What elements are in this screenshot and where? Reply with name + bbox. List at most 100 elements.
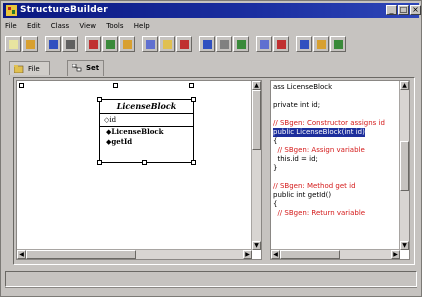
code-line: } bbox=[273, 164, 278, 172]
diagram-icon bbox=[72, 64, 82, 72]
uml-attribute: ◇id bbox=[100, 114, 193, 127]
paste-icon bbox=[123, 40, 132, 49]
menu-help[interactable]: Help bbox=[134, 22, 150, 30]
interface-icon bbox=[163, 40, 172, 49]
cut-button[interactable] bbox=[85, 36, 101, 52]
maximize-button[interactable]: □ bbox=[398, 5, 409, 15]
menu-tools[interactable]: Tools bbox=[106, 22, 123, 30]
scroll-right-icon[interactable]: ▶ bbox=[391, 250, 400, 259]
interface-button[interactable] bbox=[159, 36, 175, 52]
title-bar[interactable]: StructureBuilder _ □ × bbox=[3, 3, 421, 18]
diagram-vertical-scrollbar[interactable]: ▲ ▼ bbox=[251, 81, 261, 250]
diagram-horizontal-scrollbar[interactable]: ◀ ▶ bbox=[17, 249, 252, 259]
scroll-down-icon[interactable]: ▼ bbox=[252, 241, 261, 250]
scroll-thumb[interactable] bbox=[26, 250, 136, 259]
code-editor[interactable]: ass LicenseBlock private int id; // SBgen:… bbox=[270, 80, 410, 260]
uml-class-name: LicenseBlock bbox=[100, 100, 193, 114]
scroll-left-icon[interactable]: ◀ bbox=[17, 250, 26, 259]
scroll-right-icon[interactable]: ▶ bbox=[243, 250, 252, 259]
link-icon bbox=[203, 40, 212, 49]
code-line: // SBgen: Method get id bbox=[273, 182, 356, 190]
code-line: this.id = id; bbox=[273, 155, 318, 163]
menu-view[interactable]: View bbox=[79, 22, 96, 30]
uml-method: ◆getId bbox=[100, 137, 193, 147]
file-view-icon bbox=[14, 65, 24, 73]
scroll-up-icon[interactable]: ▲ bbox=[400, 81, 409, 90]
copy-icon bbox=[106, 40, 115, 49]
menu-class[interactable]: Class bbox=[51, 22, 69, 30]
paste-button[interactable] bbox=[119, 36, 135, 52]
diagram-canvas[interactable]: LicenseBlock ◇id ◆LicenseBlock ◆getId ▲ … bbox=[16, 80, 262, 260]
scroll-thumb[interactable] bbox=[400, 141, 409, 191]
selection-handle[interactable] bbox=[191, 160, 196, 165]
code-line: private int id; bbox=[273, 101, 321, 109]
pencil-button[interactable] bbox=[273, 36, 289, 52]
print-button[interactable] bbox=[62, 36, 78, 52]
workspace-panel: LicenseBlock ◇id ◆LicenseBlock ◆getId ▲ … bbox=[13, 77, 415, 265]
code-line: ass LicenseBlock bbox=[273, 83, 333, 91]
copy-button[interactable] bbox=[102, 36, 118, 52]
grid-icon bbox=[237, 40, 246, 49]
save-icon bbox=[49, 40, 58, 49]
open-icon bbox=[26, 40, 35, 49]
zoom-icon bbox=[220, 40, 229, 49]
uml-method-name: LicenseBlock bbox=[111, 127, 164, 136]
menu-edit[interactable]: Edit bbox=[27, 22, 41, 30]
code-line: public LicenseBlock(int id) bbox=[273, 128, 365, 137]
menu-file[interactable]: File bbox=[5, 22, 17, 30]
class-icon bbox=[146, 40, 155, 49]
code-line: // SBgen: Return variable bbox=[273, 209, 366, 217]
close-button[interactable]: × bbox=[410, 5, 421, 15]
help-button[interactable] bbox=[330, 36, 346, 52]
package-icon bbox=[180, 40, 189, 49]
code-line: { bbox=[273, 137, 278, 145]
code-line: // SBgen: Constructor assigns id bbox=[273, 119, 385, 127]
grid-button[interactable] bbox=[233, 36, 249, 52]
pointer-icon bbox=[317, 40, 326, 49]
package-button[interactable] bbox=[176, 36, 192, 52]
selection-handle[interactable] bbox=[191, 97, 196, 102]
code-line: public int getId() bbox=[273, 191, 332, 199]
uml-attribute-name: id bbox=[109, 116, 117, 124]
settings-icon bbox=[260, 40, 269, 49]
new-button[interactable] bbox=[5, 36, 21, 52]
zoom-button[interactable] bbox=[216, 36, 232, 52]
uml-class-box[interactable]: LicenseBlock ◇id ◆LicenseBlock ◆getId bbox=[97, 97, 196, 165]
scroll-left-icon[interactable]: ◀ bbox=[271, 250, 280, 259]
code-vertical-scrollbar[interactable]: ▲ ▼ bbox=[399, 81, 409, 250]
tab-set-0[interactable]: Set 0 bbox=[67, 60, 105, 86]
class-button[interactable] bbox=[142, 36, 158, 52]
link-button[interactable] bbox=[199, 36, 215, 52]
arrow-icon bbox=[300, 40, 309, 49]
settings-button[interactable] bbox=[256, 36, 272, 52]
scroll-thumb[interactable] bbox=[252, 90, 261, 150]
cut-icon bbox=[89, 40, 98, 49]
status-bar-lower bbox=[5, 287, 417, 297]
selection-handle[interactable] bbox=[113, 83, 118, 88]
arrow-button[interactable] bbox=[296, 36, 312, 52]
uml-method: ◆LicenseBlock bbox=[100, 127, 193, 137]
menu-bar: File Edit Class View Tools Help bbox=[5, 20, 417, 32]
tab-file-view[interactable]: File View bbox=[9, 61, 50, 87]
code-line: // SBgen: Assign variable bbox=[273, 146, 365, 154]
code-horizontal-scrollbar[interactable]: ◀ ▶ bbox=[271, 249, 400, 259]
scroll-thumb[interactable] bbox=[280, 250, 340, 259]
selection-handle[interactable] bbox=[189, 83, 194, 88]
app-icon bbox=[6, 5, 17, 16]
help-icon bbox=[334, 40, 343, 49]
selection-handle[interactable] bbox=[97, 160, 102, 165]
selection-handle[interactable] bbox=[19, 83, 24, 88]
scroll-down-icon[interactable]: ▼ bbox=[400, 241, 409, 250]
pointer-button[interactable] bbox=[313, 36, 329, 52]
save-button[interactable] bbox=[45, 36, 61, 52]
open-button[interactable] bbox=[22, 36, 38, 52]
minimize-button[interactable]: _ bbox=[386, 5, 397, 15]
source-code[interactable]: ass LicenseBlock private int id; // SBgen:… bbox=[273, 83, 398, 218]
selection-handle[interactable] bbox=[97, 97, 102, 102]
selection-handle[interactable] bbox=[142, 160, 147, 165]
scroll-up-icon[interactable]: ▲ bbox=[252, 81, 261, 90]
toolbar bbox=[5, 35, 419, 55]
